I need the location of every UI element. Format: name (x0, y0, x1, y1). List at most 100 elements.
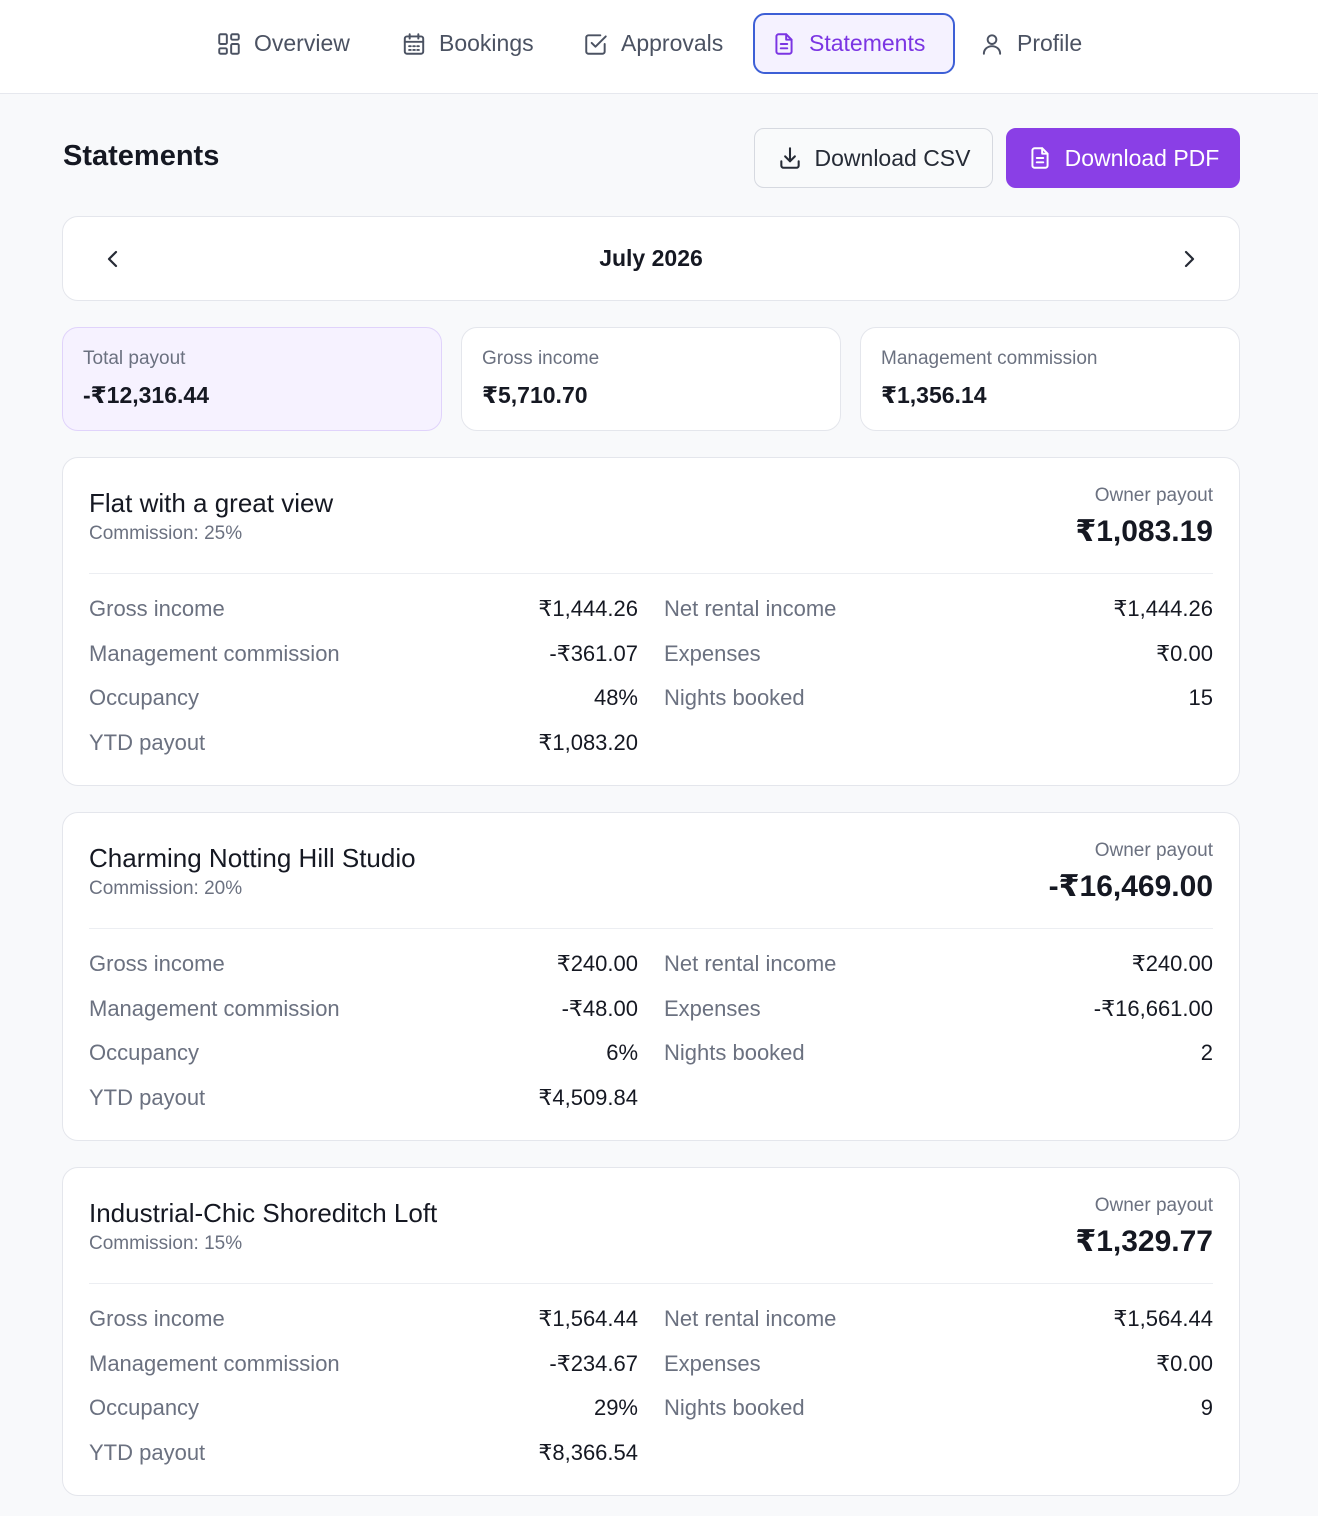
divider (89, 928, 1213, 929)
summary-value: ₹5,710.70 (482, 382, 588, 408)
stat-value: -₹48.00 (561, 996, 638, 1021)
property-name: Industrial-Chic Shoreditch Loft (89, 1198, 438, 1228)
owner-payout-label: Owner payout (1094, 485, 1213, 506)
nav-item-label: Profile (1017, 30, 1083, 56)
summary-label: Management commission (881, 348, 1098, 369)
stat-label: YTD payout (89, 1440, 206, 1465)
nav-item-overview[interactable]: Overview (200, 13, 366, 74)
stat-row-occupancy: Occupancy 48% (89, 685, 638, 715)
document-icon (1031, 147, 1049, 169)
nav-item-approvals[interactable]: Approvals (567, 13, 739, 74)
stat-row-gross-income: Gross income ₹1,564.44 (89, 1306, 638, 1336)
stat-label: Management commission (89, 641, 340, 666)
download-pdf-label: Download PDF (1064, 144, 1220, 171)
stat-value: 15 (1188, 685, 1213, 710)
stat-label: Gross income (89, 1306, 225, 1331)
stat-value: 9 (1200, 1395, 1213, 1420)
stat-label: Nights booked (664, 1395, 805, 1420)
owner-payout-value: -₹16,469.00 (1048, 870, 1213, 903)
stat-label: Occupancy (89, 1395, 200, 1420)
property-commission: Commission: 15% (89, 1233, 243, 1254)
stat-value: ₹1,444.26 (1113, 596, 1213, 621)
owner-payout-label: Owner payout (1094, 1195, 1213, 1216)
stat-row-management-commission: Management commission -₹234.67 (89, 1351, 638, 1381)
summary-label: Total payout (83, 348, 186, 369)
stat-value: 2 (1200, 1040, 1213, 1065)
calendar-icon (403, 32, 425, 55)
stat-label: Occupancy (89, 1040, 200, 1065)
stat-row-expenses: Expenses ₹0.00 (664, 1351, 1213, 1381)
nav-item-label: Approvals (621, 30, 724, 56)
stat-row-nights-booked: Nights booked 15 (664, 685, 1213, 715)
stat-row-gross-income: Gross income ₹240.00 (89, 951, 638, 981)
property-commission: Commission: 20% (89, 878, 243, 899)
download-csv-label: Download CSV (814, 144, 971, 171)
nav-item-bookings[interactable]: Bookings (385, 13, 550, 74)
property-card: Industrial-Chic Shoreditch Loft Commissi… (62, 1167, 1240, 1496)
owner-payout-label: Owner payout (1094, 840, 1213, 861)
stat-value: ₹240.00 (1131, 951, 1213, 976)
property-card: Charming Notting Hill Studio Commission:… (62, 812, 1240, 1141)
nav-item-label: Bookings (439, 30, 534, 56)
nav-item-statements[interactable]: Statements (753, 13, 955, 74)
nav-item-label: Overview (254, 30, 350, 56)
owner-payout-value: ₹1,083.19 (1075, 515, 1213, 548)
summary-value: ₹1,356.14 (881, 382, 987, 408)
property-commission: Commission: 25% (89, 523, 243, 544)
stat-row-occupancy: Occupancy 6% (89, 1040, 638, 1070)
stat-row-ytd-payout: YTD payout ₹1,083.20 (89, 730, 638, 760)
property-card: Flat with a great view Commission: 25% O… (62, 457, 1240, 786)
stat-label: YTD payout (89, 1085, 206, 1110)
stat-label: Expenses (664, 641, 761, 666)
stat-value: ₹0.00 (1156, 641, 1213, 666)
stat-value: ₹1,564.44 (538, 1306, 638, 1331)
stat-row-net-rental-income: Net rental income ₹240.00 (664, 951, 1213, 981)
stat-label: Nights booked (664, 685, 805, 710)
summary-label: Gross income (482, 348, 600, 369)
nav-item-label: Statements (809, 30, 926, 56)
stat-row-gross-income: Gross income ₹1,444.26 (89, 596, 638, 626)
user-icon (982, 33, 1002, 55)
document-icon (775, 32, 793, 55)
divider (89, 1283, 1213, 1284)
download-pdf-button[interactable]: Download PDF (1006, 128, 1240, 188)
stat-label: Gross income (89, 596, 225, 621)
month-selector: July 2026 (62, 216, 1240, 301)
stat-value: ₹0.00 (1156, 1351, 1213, 1376)
page-title: Statements (63, 140, 220, 172)
stat-value: ₹1,083.20 (538, 730, 638, 755)
property-name: Charming Notting Hill Studio (89, 843, 416, 873)
next-month-button[interactable] (1173, 243, 1205, 275)
stat-value: 48% (593, 685, 638, 710)
summary-value: -₹12,316.44 (83, 382, 209, 408)
stat-value: ₹1,564.44 (1113, 1306, 1213, 1331)
divider (89, 573, 1213, 574)
stat-row-ytd-payout: YTD payout ₹4,509.84 (89, 1085, 638, 1115)
summary-card-management-commission: Management commission ₹1,356.14 (860, 327, 1240, 431)
stat-row-nights-booked: Nights booked 2 (664, 1040, 1213, 1070)
download-csv-button[interactable]: Download CSV (754, 128, 993, 188)
nav-item-profile[interactable]: Profile (963, 13, 1098, 74)
stat-row-expenses: Expenses ₹0.00 (664, 641, 1213, 671)
stat-row-occupancy: Occupancy 29% (89, 1395, 638, 1425)
stat-label: Net rental income (664, 1306, 837, 1331)
stat-value: -₹234.67 (549, 1351, 638, 1376)
stat-label: YTD payout (89, 730, 206, 755)
stat-value: 6% (606, 1040, 638, 1065)
month-label: July 2026 (599, 245, 703, 271)
owner-payout-value: ₹1,329.77 (1075, 1225, 1213, 1258)
stat-value: -₹361.07 (549, 641, 638, 666)
stat-value: 29% (593, 1395, 638, 1420)
stat-value: ₹240.00 (556, 951, 638, 976)
stat-label: Net rental income (664, 596, 837, 621)
chevron-right-icon (1184, 250, 1195, 268)
stat-value: ₹8,366.54 (538, 1440, 638, 1465)
stat-label: Expenses (664, 1351, 761, 1376)
download-icon (779, 147, 800, 169)
top-navigation: Overview Bookings Approvals Statements P… (0, 0, 1318, 94)
property-name: Flat with a great view (89, 488, 334, 518)
grid-icon (218, 32, 240, 55)
summary-card-gross-income: Gross income ₹5,710.70 (461, 327, 841, 431)
stat-label: Net rental income (664, 951, 837, 976)
stat-value: ₹1,444.26 (538, 596, 638, 621)
